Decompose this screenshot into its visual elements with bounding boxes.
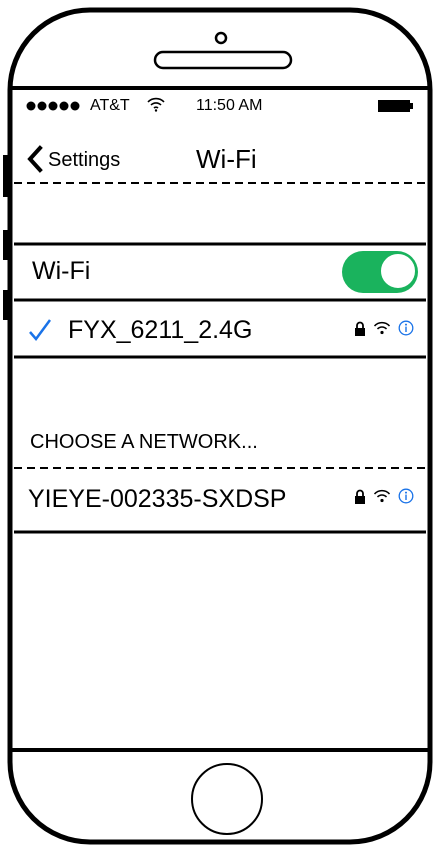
section-title: CHOOSE A NETWORK... — [30, 431, 258, 453]
carrier-label: AT&T — [90, 97, 130, 114]
info-icon[interactable] — [398, 488, 414, 504]
checkmark-icon — [29, 319, 52, 342]
page-title: Wi-Fi — [196, 144, 257, 174]
home-button[interactable] — [191, 763, 263, 835]
phone-frame — [3, 7, 433, 845]
wifi-toggle-label: Wi-Fi — [32, 257, 91, 285]
chevron-left-icon — [27, 145, 43, 173]
front-camera — [214, 31, 228, 45]
phone-body — [7, 7, 433, 845]
wifi-toggle-switch[interactable] — [342, 251, 418, 293]
lock-icon — [355, 321, 365, 336]
battery-icon — [378, 100, 413, 112]
speaker-grille — [153, 50, 293, 70]
back-button[interactable]: Settings — [26, 142, 146, 176]
back-label: Settings — [48, 149, 121, 171]
wifi-icon — [147, 97, 165, 112]
info-icon[interactable] — [398, 320, 414, 336]
wifi-signal-icon — [373, 489, 391, 503]
lock-icon — [355, 489, 365, 504]
signal-dots-icon — [26, 101, 80, 111]
status-time: 11:50 AM — [196, 97, 263, 114]
wifi-signal-icon — [373, 321, 391, 335]
connected-network-name: FYX_6211_2.4G — [68, 316, 253, 344]
toggle-knob — [380, 253, 416, 289]
network-name: YIEYE-002335-SXDSP — [28, 485, 287, 513]
